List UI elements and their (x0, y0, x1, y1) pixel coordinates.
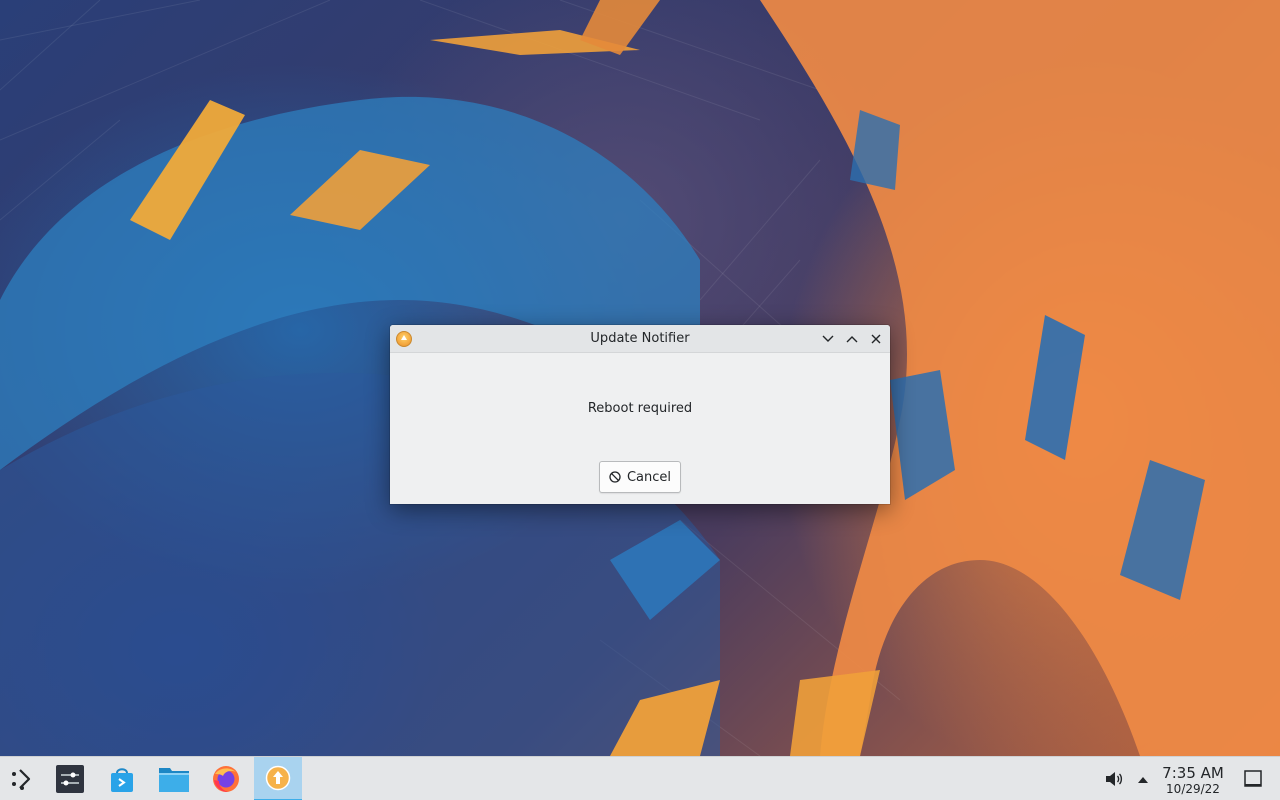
clock-date: 10/29/22 (1166, 782, 1220, 796)
window-titlebar[interactable]: Update Notifier (390, 325, 890, 353)
speaker-icon (1106, 772, 1123, 786)
cancel-button[interactable]: Cancel (599, 461, 681, 493)
kde-launcher-icon (12, 769, 31, 790)
settings-sliders-icon (56, 765, 84, 793)
window-title: Update Notifier (590, 331, 690, 346)
task-system-settings[interactable] (46, 757, 94, 800)
show-desktop-button[interactable] (1242, 768, 1264, 790)
cancel-button-label: Cancel (626, 469, 672, 485)
digital-clock[interactable]: 7:35 AM 10/29/22 (1156, 765, 1230, 796)
folder-icon (159, 768, 189, 792)
task-dolphin-files[interactable] (150, 757, 198, 800)
taskbar: 7:35 AM 10/29/22 (0, 756, 1280, 800)
task-update-notifier[interactable] (254, 757, 302, 800)
chevron-up-icon (846, 336, 858, 343)
maximize-button[interactable] (842, 329, 862, 349)
minimize-button[interactable] (818, 329, 838, 349)
chevron-down-icon (822, 335, 834, 342)
show-desktop-icon (1244, 770, 1262, 787)
update-notifier-dialog: Update Notifier Reboot required Cancel (390, 325, 890, 504)
cancel-icon (609, 471, 621, 483)
desktop[interactable]: Update Notifier Reboot required Cancel 7… (0, 0, 1280, 800)
task-firefox[interactable] (202, 757, 250, 800)
triangle-up-icon (1138, 777, 1148, 783)
volume-icon[interactable] (1104, 769, 1124, 789)
task-discover[interactable] (98, 757, 146, 800)
application-launcher[interactable] (0, 757, 44, 800)
update-arrow-icon (265, 765, 291, 791)
firefox-icon (213, 766, 239, 792)
clock-time: 7:35 AM (1162, 764, 1224, 782)
dialog-message: Reboot required (587, 401, 693, 416)
close-button[interactable] (866, 329, 886, 349)
discover-bag-icon (111, 768, 133, 792)
close-icon (871, 334, 881, 344)
tray-expand-arrow[interactable] (1134, 769, 1152, 789)
